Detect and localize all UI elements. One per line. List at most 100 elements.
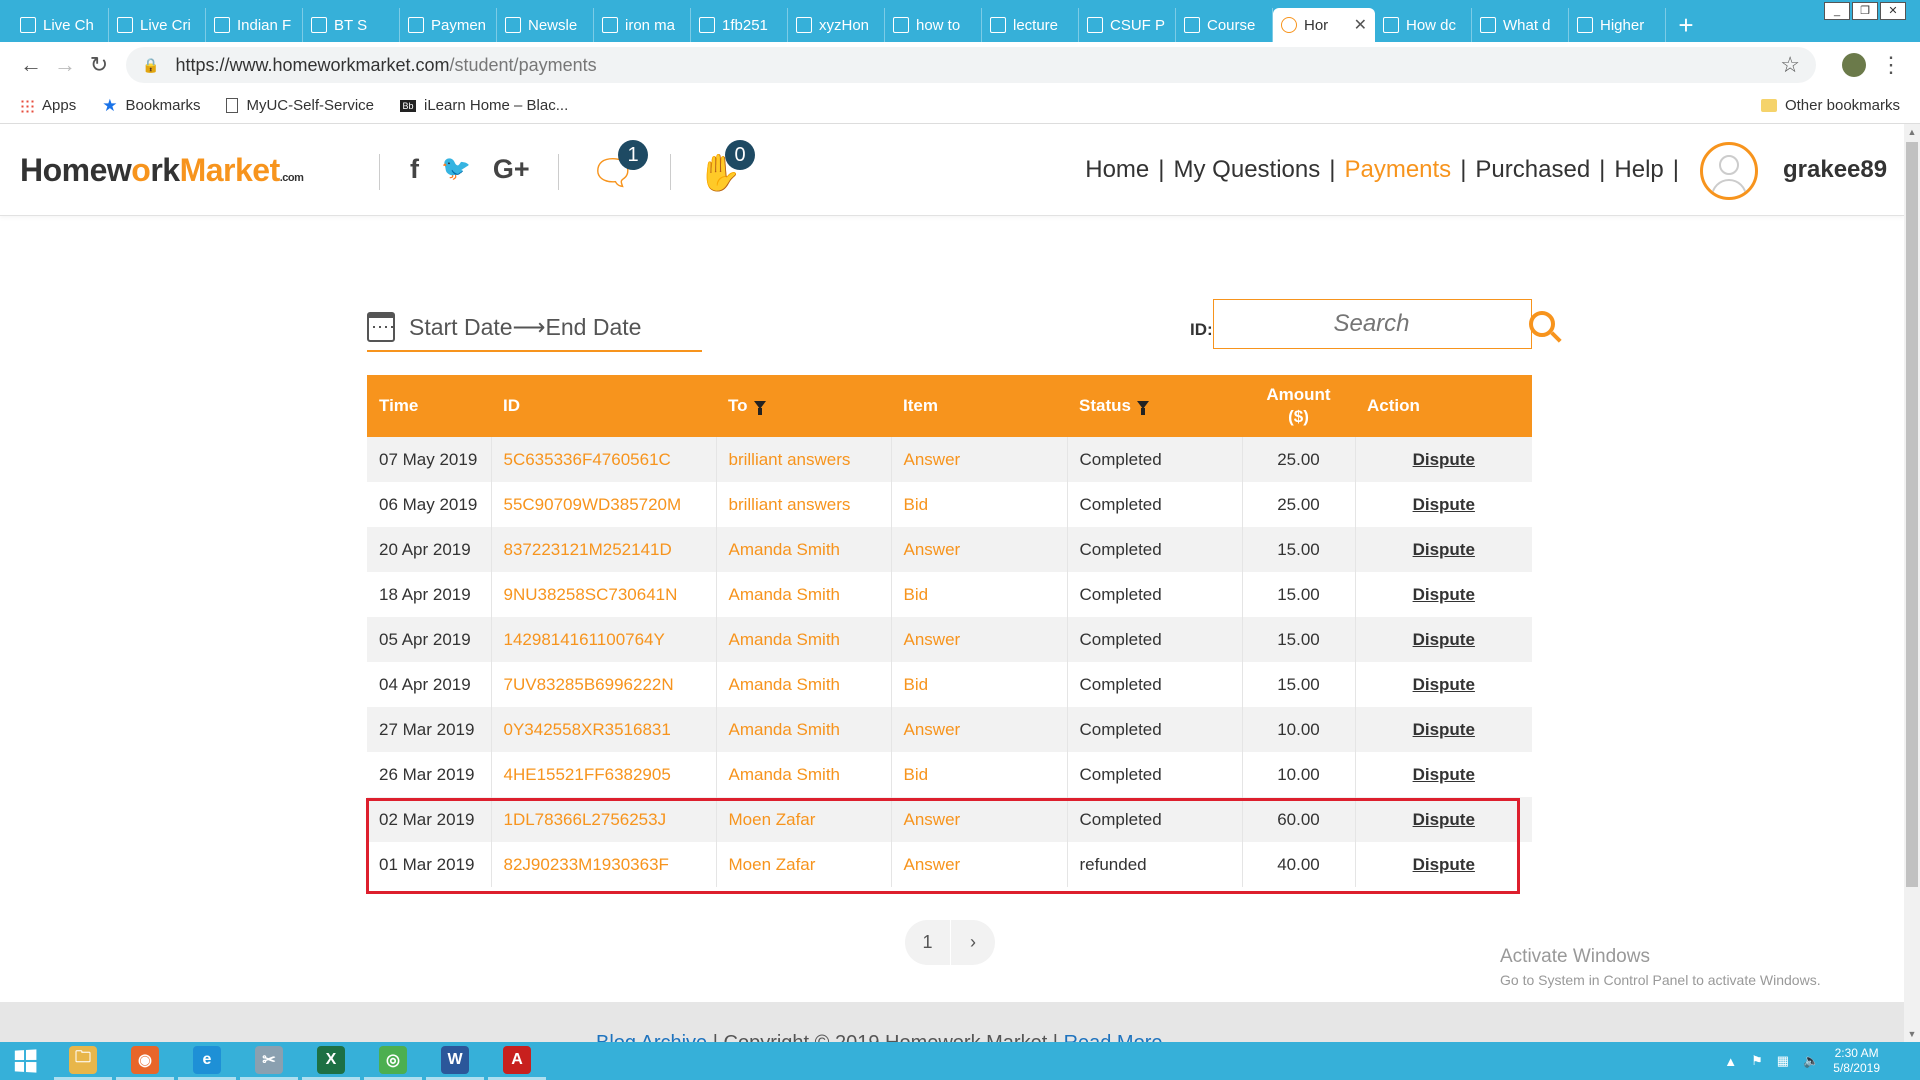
bookmark-star-icon[interactable]: ☆ [1780,52,1800,78]
taskbar-app-button[interactable]: X [302,1042,360,1080]
nav-purchased[interactable]: Purchased [1475,156,1590,184]
volume-icon[interactable]: 🔈 [1803,1053,1819,1069]
dispute-link[interactable]: Dispute [1413,540,1475,559]
search-button[interactable] [1529,300,1555,348]
dispute-link[interactable]: Dispute [1413,450,1475,469]
cell-transaction-id[interactable]: 9NU38258SC730641N [491,572,717,617]
browser-tab[interactable]: Live Cri [109,8,206,42]
taskbar-app-button[interactable]: e [178,1042,236,1080]
filter-icon[interactable] [753,401,766,415]
dispute-link[interactable]: Dispute [1413,585,1475,604]
cell-recipient[interactable]: brilliant answers [716,437,892,482]
cell-transaction-id[interactable]: 1DL78366L2756253J [491,797,717,842]
facebook-icon[interactable]: f [410,154,419,185]
dispute-link[interactable]: Dispute [1413,675,1475,694]
browser-tab[interactable]: xyzHon [788,8,885,42]
restore-button[interactable]: ❐ [1852,2,1878,20]
taskbar-app-button[interactable]: A [488,1042,546,1080]
browser-tab[interactable]: 1fb251 [691,8,788,42]
browser-tab[interactable]: Live Ch [12,8,109,42]
nav-home[interactable]: Home [1085,156,1149,184]
dispute-link[interactable]: Dispute [1413,855,1475,874]
nav-help[interactable]: Help [1614,156,1663,184]
taskbar-app-button[interactable]: ✂ [240,1042,298,1080]
taskbar-app-button[interactable]: ◎ [364,1042,422,1080]
browser-tab[interactable]: lecture [982,8,1079,42]
cell-recipient[interactable]: Amanda Smith [716,617,892,662]
cell-transaction-id[interactable]: 5C635336F4760561C [491,437,717,482]
cell-item[interactable]: Answer [891,527,1068,572]
cell-recipient[interactable]: Moen Zafar [716,842,892,887]
orders-notification[interactable]: ✋ 0 [697,140,755,198]
dispute-link[interactable]: Dispute [1413,765,1475,784]
cell-item[interactable]: Answer [891,617,1068,662]
browser-menu-icon[interactable]: ⋮ [1876,52,1906,78]
next-page-button[interactable]: › [950,920,995,965]
cell-transaction-id[interactable]: 7UV83285B6996222N [491,662,717,707]
system-clock[interactable]: 2:30 AM 5/8/2019 [1833,1046,1880,1076]
browser-tab[interactable]: Newsle [497,8,594,42]
footer-link-archive[interactable]: Archive [640,1032,707,1042]
cell-item[interactable]: Bid [891,572,1068,617]
cell-item[interactable]: Answer [891,437,1068,482]
forward-arrow-icon[interactable]: → [48,52,82,78]
nav-payments[interactable]: Payments [1344,156,1451,184]
page-number-button[interactable]: 1 [905,920,950,965]
browser-tab[interactable]: iron ma [594,8,691,42]
cell-transaction-id[interactable]: 1429814161100764Y [491,617,717,662]
date-range-picker[interactable]: Start Date⟶End Date [367,304,702,352]
twitter-icon[interactable]: 🐦 [441,154,471,185]
bookmark-myuc[interactable]: MyUC-Self-Service [226,97,374,114]
cell-item[interactable]: Answer [891,842,1068,887]
column-header-status[interactable]: Status [1067,375,1242,437]
username[interactable]: grakee89 [1783,156,1887,184]
scroll-thumb[interactable] [1906,142,1918,887]
user-avatar[interactable] [1700,142,1758,200]
browser-tab[interactable]: Course [1176,8,1273,42]
browser-tab[interactable]: CSUF P [1079,8,1176,42]
cell-transaction-id[interactable]: 0Y342558XR3516831 [491,707,717,752]
action-center-flag-icon[interactable]: ⚑ [1751,1053,1763,1069]
bookmark-ilearn[interactable]: Bb iLearn Home – Blac... [400,97,568,114]
cell-transaction-id[interactable]: 4HE15521FF6382905 [491,752,717,797]
bookmark-apps[interactable]: Apps [20,97,76,114]
cell-recipient[interactable]: Moen Zafar [716,797,892,842]
cell-recipient[interactable]: Amanda Smith [716,572,892,617]
browser-tab[interactable]: Paymen [400,8,497,42]
reload-icon[interactable]: ↻ [82,52,116,78]
browser-tab[interactable]: How dc [1375,8,1472,42]
network-icon[interactable]: ▦ [1777,1053,1789,1069]
filter-icon[interactable] [1136,401,1149,415]
cell-recipient[interactable]: Amanda Smith [716,752,892,797]
tab-close-icon[interactable]: ✕ [1354,15,1367,35]
cell-item[interactable]: Bid [891,662,1068,707]
cell-recipient[interactable]: Amanda Smith [716,527,892,572]
site-logo[interactable]: HomeworkMarket.com [20,152,304,189]
cell-item[interactable]: Bid [891,482,1068,527]
scroll-up-arrow-icon[interactable]: ▲ [1904,124,1920,140]
cell-transaction-id[interactable]: 82J90233M1930363F [491,842,717,887]
column-header-to[interactable]: To [716,375,891,437]
cell-item[interactable]: Answer [891,797,1068,842]
footer-link-read-more[interactable]: Read More [1064,1032,1163,1042]
page-scrollbar[interactable]: ▲ ▼ [1904,124,1920,1042]
footer-link-blog[interactable]: Blog [596,1032,636,1042]
start-button[interactable] [0,1042,50,1080]
minimize-button[interactable]: _ [1824,2,1850,20]
cell-item[interactable]: Bid [891,752,1068,797]
dispute-link[interactable]: Dispute [1413,810,1475,829]
bookmark-bookmarks[interactable]: ★ Bookmarks [102,96,200,116]
address-bar[interactable]: 🔒 https://www.homeworkmarket.com /studen… [126,47,1816,83]
id-search-input[interactable] [1214,300,1529,348]
profile-avatar-icon[interactable] [1842,53,1866,77]
cell-transaction-id[interactable]: 55C90709WD385720M [491,482,717,527]
messages-notification[interactable]: 🗨 1 [590,140,648,198]
cell-item[interactable]: Answer [891,707,1068,752]
new-tab-button[interactable]: + [1666,8,1706,42]
close-window-button[interactable]: ✕ [1880,2,1906,20]
browser-tab[interactable]: BT S [303,8,400,42]
browser-tab[interactable]: Indian F [206,8,303,42]
back-arrow-icon[interactable]: ← [14,52,48,78]
dispute-link[interactable]: Dispute [1413,630,1475,649]
dispute-link[interactable]: Dispute [1413,720,1475,739]
